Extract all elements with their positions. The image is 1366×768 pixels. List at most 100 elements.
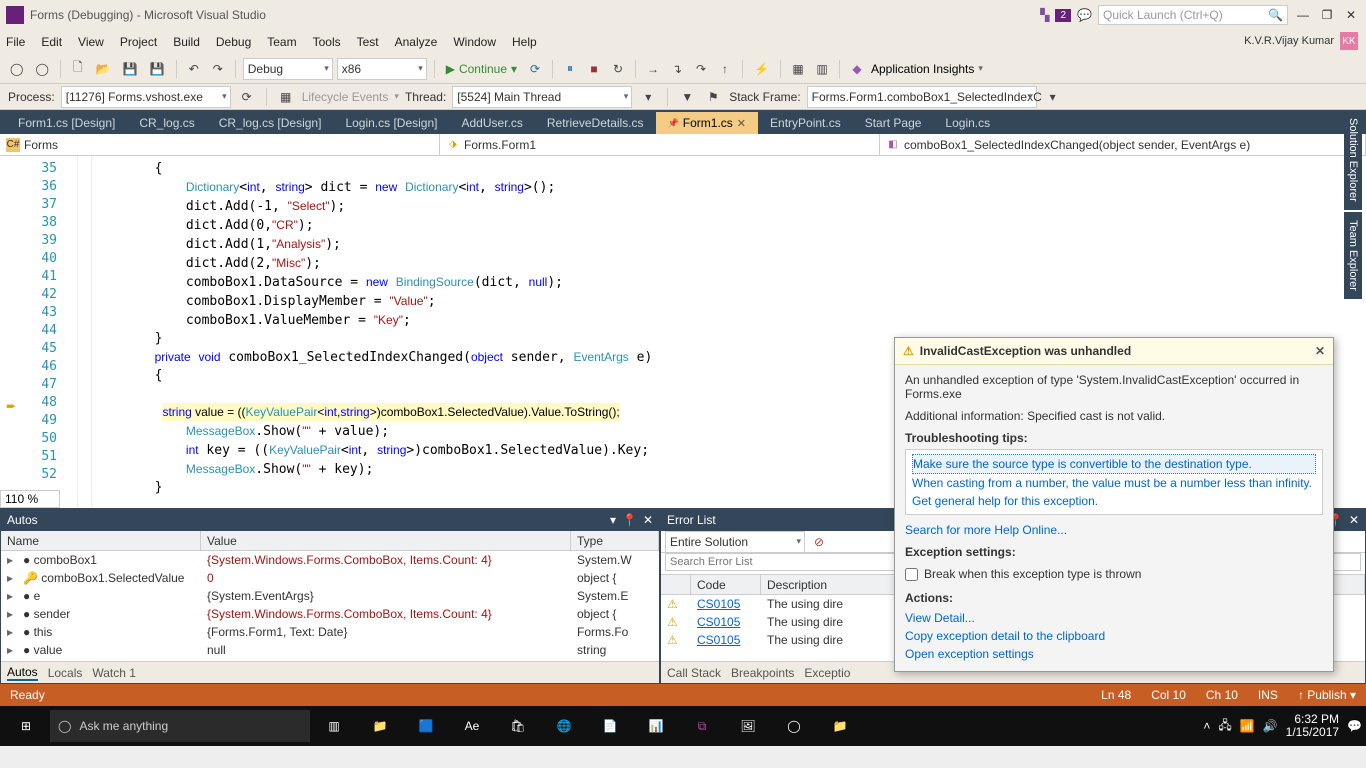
menu-build[interactable]: Build xyxy=(173,35,200,49)
user-name[interactable]: K.V.R.Vijay Kumar xyxy=(1244,35,1334,47)
taskbar-app[interactable]: ◯ xyxy=(772,710,816,742)
thread-btn-1[interactable]: ▾ xyxy=(638,86,658,108)
flag-threads-icon[interactable]: ⚑ xyxy=(703,86,723,108)
locals-tab[interactable]: Locals xyxy=(48,666,83,680)
taskbar-app[interactable]: 📁 xyxy=(818,710,862,742)
autos-row[interactable]: ▸● sender{System.Windows.Forms.ComboBox,… xyxy=(1,605,659,623)
copy-detail-link[interactable]: Copy exception detail to the clipboard xyxy=(905,627,1323,645)
menu-test[interactable]: Test xyxy=(357,35,379,49)
continue-button[interactable]: ▶ Continue ▾ xyxy=(442,58,521,80)
config-dropdown[interactable]: Debug xyxy=(243,58,333,80)
nav-project-dropdown[interactable]: C#Forms xyxy=(0,134,440,155)
tray-icon[interactable]: ˄ xyxy=(1203,719,1210,733)
breakpoints-tab[interactable]: Breakpoints xyxy=(731,666,794,680)
nav-member-dropdown[interactable]: ◧comboBox1_SelectedIndexChanged(object s… xyxy=(880,134,1366,155)
autos-row[interactable]: ▸● valuenullstring xyxy=(1,641,659,659)
panel-pin-icon[interactable]: 📍 xyxy=(622,513,637,527)
step-over-button[interactable]: ↷ xyxy=(691,58,711,80)
process-dropdown[interactable]: [11276] Forms.vshost.exe xyxy=(61,86,231,108)
doc-tab[interactable]: Login.cs [Design] xyxy=(333,112,449,134)
notification-badge[interactable]: 2 xyxy=(1055,9,1071,22)
close-tab-icon[interactable]: ✕ xyxy=(737,117,746,130)
autos-row[interactable]: ▸● comboBox1{System.Windows.Forms.ComboB… xyxy=(1,551,659,569)
panel-dropdown-icon[interactable]: ▾ xyxy=(610,513,616,527)
panel-close-icon[interactable]: ✕ xyxy=(643,513,653,527)
undo-button[interactable]: ↶ xyxy=(184,58,204,80)
refresh-button[interactable]: ⟳ xyxy=(525,58,545,80)
lifecycle-icon[interactable]: ▦ xyxy=(276,86,296,108)
nav-class-dropdown[interactable]: ⬗Forms.Form1 xyxy=(440,134,880,155)
filter-icon[interactable]: ▼ xyxy=(677,86,697,108)
doc-tab[interactable]: Form1.cs [Design] xyxy=(6,112,127,134)
menu-view[interactable]: View xyxy=(78,35,104,49)
taskbar-app[interactable]: 📄 xyxy=(588,710,632,742)
pause-button[interactable]: ⏸ xyxy=(560,58,580,80)
menu-project[interactable]: Project xyxy=(120,35,157,49)
save-button[interactable]: 💾 xyxy=(119,58,142,80)
quick-launch-input[interactable]: Quick Launch (Ctrl+Q) 🔍 xyxy=(1098,5,1288,25)
layout-button[interactable]: ▦ xyxy=(788,58,808,80)
stackframe-dropdown[interactable]: Forms.Form1.comboBox1_SelectedIndexC xyxy=(807,86,1037,108)
autos-row[interactable]: ▸● e{System.EventArgs}System.E xyxy=(1,587,659,605)
tray-wifi-icon[interactable]: 📶 xyxy=(1240,719,1255,733)
flag-icon[interactable]: ▚ xyxy=(1040,8,1049,22)
menu-debug[interactable]: Debug xyxy=(216,35,251,49)
minimize-button[interactable]: — xyxy=(1294,6,1312,24)
tip-link[interactable]: Make sure the source type is convertible… xyxy=(912,454,1316,474)
insights-icon[interactable]: ◆ xyxy=(847,58,867,80)
tray-network-icon[interactable]: 🖧 xyxy=(1218,716,1231,737)
menu-tools[interactable]: Tools xyxy=(313,35,341,49)
menu-window[interactable]: Window xyxy=(453,35,496,49)
pin-icon[interactable]: 📌 xyxy=(668,118,679,129)
outline-margin[interactable] xyxy=(78,156,92,508)
step-out-button[interactable]: ↑ xyxy=(715,58,735,80)
cycle-process-icon[interactable]: ⟳ xyxy=(237,86,257,108)
taskbar-app[interactable]: ⧉ xyxy=(680,710,724,742)
stackframe-btn[interactable]: ▾ xyxy=(1043,86,1063,108)
taskbar-app[interactable]: 🖼 xyxy=(726,710,770,742)
nav-back-button[interactable]: ◯ xyxy=(6,58,27,80)
solution-explorer-tab[interactable]: Solution Explorer xyxy=(1344,110,1362,210)
show-next-statement-button[interactable]: → xyxy=(643,58,663,80)
watch1-tab[interactable]: Watch 1 xyxy=(92,666,136,680)
taskbar-app[interactable]: 🌐 xyxy=(542,710,586,742)
panel-close-icon[interactable]: ✕ xyxy=(1349,513,1359,527)
tip-link[interactable]: When casting from a number, the value mu… xyxy=(912,474,1316,492)
layout-button-2[interactable]: ▥ xyxy=(812,58,832,80)
taskbar-app[interactable]: Ae xyxy=(450,710,494,742)
restart-button[interactable]: ↻ xyxy=(608,58,628,80)
cortana-search[interactable]: ◯Ask me anything xyxy=(50,710,310,742)
restore-button[interactable]: ❐ xyxy=(1318,6,1336,24)
break-on-exception-checkbox[interactable] xyxy=(905,568,918,581)
action-center-icon[interactable]: 💬 xyxy=(1347,719,1362,733)
doc-tab[interactable]: Login.cs xyxy=(933,112,1002,134)
user-avatar[interactable]: KK xyxy=(1340,32,1358,50)
doc-tab[interactable]: CR_log.cs [Design] xyxy=(207,112,334,134)
open-settings-link[interactable]: Open exception settings xyxy=(905,645,1323,663)
zoom-dropdown[interactable]: 110 % xyxy=(0,490,60,508)
doc-tab[interactable]: CR_log.cs xyxy=(127,112,206,134)
doc-tab[interactable]: AddUser.cs xyxy=(450,112,535,134)
hot-reload-button[interactable]: ⚡ xyxy=(750,58,773,80)
tip-link[interactable]: Get general help for this exception. xyxy=(912,492,1316,510)
menu-edit[interactable]: Edit xyxy=(41,35,62,49)
nav-fwd-button[interactable]: ◯ xyxy=(31,58,52,80)
task-view-button[interactable]: ▥ xyxy=(312,710,356,742)
errorlist-scope-dropdown[interactable]: Entire Solution xyxy=(665,531,805,553)
search-help-link[interactable]: Search for more Help Online... xyxy=(905,521,1323,539)
taskbar-app[interactable]: 🟦 xyxy=(404,710,448,742)
taskbar-app[interactable]: 🛍 xyxy=(496,710,540,742)
close-button[interactable]: ✕ xyxy=(1342,6,1360,24)
tray-volume-icon[interactable]: 🔊 xyxy=(1263,719,1278,733)
publish-button[interactable]: ↑ Publish ▾ xyxy=(1298,688,1356,702)
feedback-icon[interactable]: 💬 xyxy=(1077,8,1092,22)
callstack-tab[interactable]: Call Stack xyxy=(667,666,721,680)
step-into-button[interactable]: ↴ xyxy=(667,58,687,80)
team-explorer-tab[interactable]: Team Explorer xyxy=(1344,212,1362,299)
autos-row[interactable]: ▸● this{Forms.Form1, Text: Date}Forms.Fo xyxy=(1,623,659,641)
thread-dropdown[interactable]: [5524] Main Thread xyxy=(452,86,632,108)
taskbar-app[interactable]: 📁 xyxy=(358,710,402,742)
exception-close-button[interactable]: ✕ xyxy=(1315,344,1325,358)
autos-tab[interactable]: Autos xyxy=(7,665,38,681)
view-detail-link[interactable]: View Detail... xyxy=(905,609,1323,627)
